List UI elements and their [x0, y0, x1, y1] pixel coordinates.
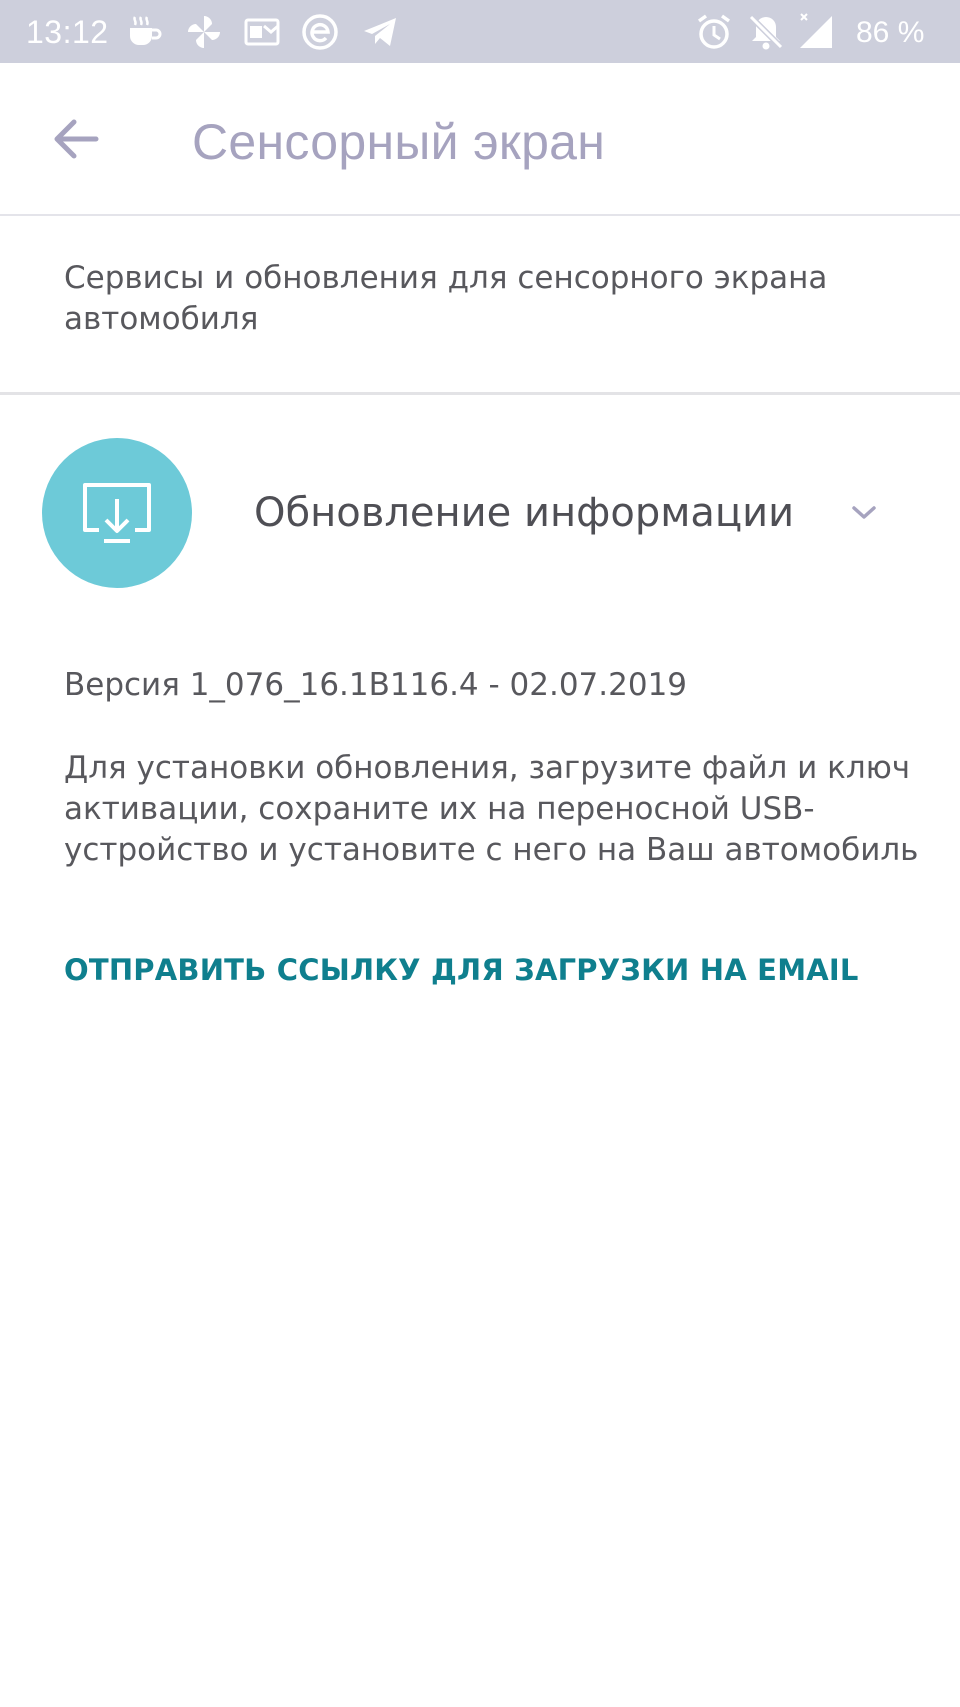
arrow-back-icon	[54, 119, 99, 159]
page-description: Сервисы и обновления для сенсорного экра…	[64, 260, 828, 337]
screen: 13:12 86 % Сенсорный экран Сервисы и обн…	[0, 0, 960, 1707]
e-app-icon	[300, 12, 340, 52]
update-title: Обновление информации	[254, 490, 795, 536]
version-text: Версия 1_076_16.1B116.4 - 02.07.2019	[64, 667, 688, 703]
telegram-icon	[360, 12, 400, 52]
back-button[interactable]	[44, 107, 108, 171]
divider	[0, 392, 960, 395]
coffee-icon	[124, 12, 164, 52]
alarm-icon	[694, 12, 734, 52]
screen-download-icon	[83, 483, 151, 543]
signal-icon	[796, 12, 836, 52]
status-time: 13:12	[26, 14, 109, 50]
expand-toggle[interactable]	[846, 494, 882, 530]
pinwheel-icon	[184, 12, 224, 52]
status-bar: 13:12 86 %	[0, 0, 960, 63]
muted-bell-icon	[746, 12, 786, 52]
update-icon-circle	[42, 438, 192, 588]
update-section-header[interactable]: Обновление информации	[0, 436, 960, 588]
chevron-down-icon	[852, 506, 876, 519]
battery-percentage: 86 %	[856, 16, 925, 49]
page-title: Сенсорный экран	[192, 114, 606, 170]
mail-app-icon	[242, 12, 282, 52]
update-instructions: Для установки обновления, загрузите файл…	[64, 750, 919, 868]
send-download-link-button[interactable]: ОТПРАВИТЬ ССЫЛКУ ДЛЯ ЗАГРУЗКИ НА EMAIL	[64, 950, 859, 990]
app-bar: Сенсорный экран	[0, 63, 960, 216]
